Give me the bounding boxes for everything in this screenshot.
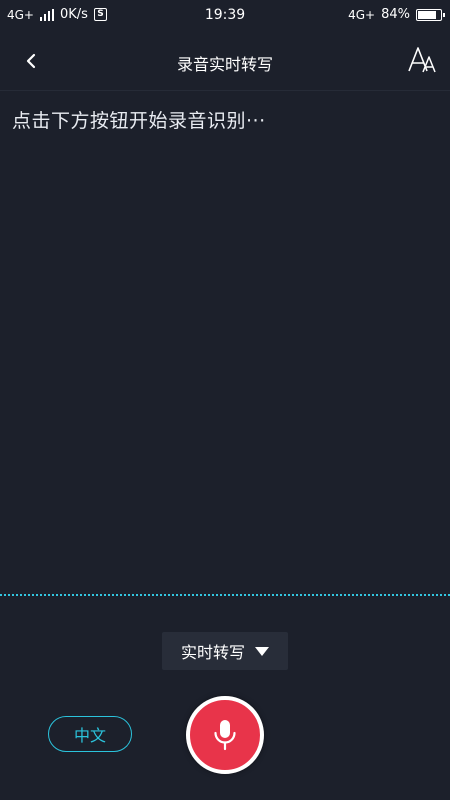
battery-fill xyxy=(418,10,437,19)
font-size-icon xyxy=(408,47,436,73)
microphone-icon xyxy=(214,720,236,751)
caret-down-icon xyxy=(255,646,269,656)
record-button[interactable] xyxy=(186,696,264,774)
battery-icon xyxy=(416,8,445,21)
battery-percent: 84% xyxy=(381,7,410,22)
network-type-right: 4G+ xyxy=(348,7,376,22)
nav-bar: 录音实时转写 xyxy=(0,32,450,91)
transcript-placeholder: 点击下方按钮开始录音识别··· xyxy=(12,110,266,132)
page-title: 录音实时转写 xyxy=(176,55,273,74)
font-size-button[interactable] xyxy=(406,44,438,76)
status-right: 4G+ 84% xyxy=(348,7,445,22)
audio-waveform-line xyxy=(0,594,450,596)
mode-dropdown[interactable]: 实时转写 xyxy=(162,632,288,670)
language-label: 中文 xyxy=(73,726,106,745)
mode-label: 实时转写 xyxy=(180,643,245,662)
status-bar: 4G+ 0K/s S 19:39 4G+ 84% xyxy=(0,0,450,32)
language-button[interactable]: 中文 xyxy=(48,716,132,752)
